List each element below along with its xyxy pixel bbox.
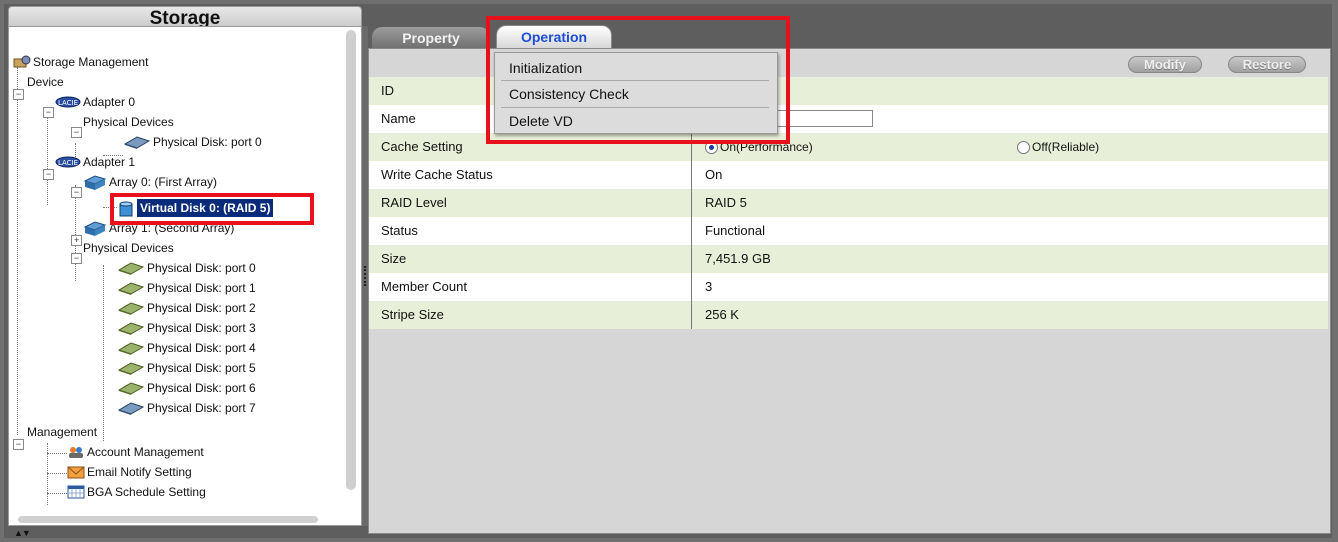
adapter-icon: LACIE xyxy=(55,96,81,108)
storage-management-icon xyxy=(13,55,31,68)
physical-disk-icon xyxy=(123,136,151,149)
column-divider xyxy=(691,189,692,217)
row-label: Name xyxy=(381,111,416,126)
storage-tree: Storage Management − Device − LACIE Adapt… xyxy=(9,27,349,507)
row-value: 256 K xyxy=(705,307,739,322)
email-icon xyxy=(67,466,85,479)
physical-disk-icon xyxy=(117,282,145,295)
row-label: RAID Level xyxy=(381,195,447,210)
svg-text:LACIE: LACIE xyxy=(58,99,78,107)
expand-icon[interactable]: + xyxy=(71,235,82,246)
tree-item-array-0[interactable]: Array 0: (First Array) xyxy=(83,173,217,191)
tree-item-bga-schedule[interactable]: BGA Schedule Setting xyxy=(67,483,206,501)
tree-item-adapter-1[interactable]: LACIE Adapter 1 xyxy=(55,153,135,171)
collapse-icon[interactable]: − xyxy=(43,169,54,180)
tree-line xyxy=(103,265,104,441)
tree-horizontal-scrollbar[interactable] xyxy=(18,516,318,523)
physical-disk-icon xyxy=(117,302,145,315)
column-divider xyxy=(691,301,692,329)
physical-disk-icon xyxy=(117,402,145,415)
tree-vertical-scrollbar[interactable] xyxy=(346,30,356,490)
highlight-box-virtual-disk xyxy=(110,193,314,225)
tree-line xyxy=(47,493,67,494)
physical-disk-icon xyxy=(117,322,145,335)
row-value: RAID 5 xyxy=(705,195,747,210)
physical-disk-icon xyxy=(117,262,145,275)
cache-off-option[interactable]: Off(Reliable) xyxy=(1017,133,1099,161)
tab-property[interactable]: Property xyxy=(372,27,490,49)
tree-item-physical-disk-port-0[interactable]: Physical Disk: port 0 xyxy=(117,259,256,277)
array-icon xyxy=(83,221,107,236)
svg-text:LACIE: LACIE xyxy=(58,159,78,167)
tree-item-physical-disk-port-2[interactable]: Physical Disk: port 2 xyxy=(117,299,256,317)
tree-item-device[interactable]: Device xyxy=(27,73,64,91)
modify-button[interactable]: Modify xyxy=(1128,56,1202,73)
radio-unselected-icon[interactable] xyxy=(1017,141,1030,155)
row-label: Status xyxy=(381,223,418,238)
table-row-member-count: Member Count 3 xyxy=(369,273,1328,301)
tree-item-physical-devices[interactable]: Physical Devices xyxy=(83,239,174,257)
tree-line xyxy=(47,453,67,454)
physical-disk-icon xyxy=(117,342,145,355)
tree-item-account-management[interactable]: Account Management xyxy=(67,443,204,461)
column-divider xyxy=(691,273,692,301)
collapse-icon[interactable]: − xyxy=(13,89,24,100)
array-icon xyxy=(83,175,107,190)
table-row-raid-level: RAID Level RAID 5 xyxy=(369,189,1328,217)
calendar-icon xyxy=(67,485,85,499)
tree-item-physical-disk-port-4[interactable]: Physical Disk: port 4 xyxy=(117,339,256,357)
tree-item-physical-disk-port-1[interactable]: Physical Disk: port 1 xyxy=(117,279,256,297)
tree-item-management[interactable]: Management xyxy=(27,423,97,441)
collapse-icon[interactable]: − xyxy=(71,187,82,198)
tree-item-adapter-0[interactable]: LACIE Adapter 0 xyxy=(55,93,135,111)
table-row-write-cache: Write Cache Status On xyxy=(369,161,1328,189)
physical-disk-icon xyxy=(117,382,145,395)
table-row-stripe-size: Stripe Size 256 K xyxy=(369,301,1328,329)
row-label: ID xyxy=(381,83,394,98)
highlight-box-operation-menu xyxy=(486,16,790,144)
tree-item-physical-disk-port-3[interactable]: Physical Disk: port 3 xyxy=(117,319,256,337)
collapse-icon[interactable]: − xyxy=(43,107,54,118)
tree-line xyxy=(17,67,18,435)
table-row-size: Size 7,451.9 GB xyxy=(369,245,1328,273)
row-label: Cache Setting xyxy=(381,139,463,154)
column-divider xyxy=(691,161,692,189)
row-value: Functional xyxy=(705,223,765,238)
row-value: 7,451.9 GB xyxy=(705,251,771,266)
tree-item-storage-management[interactable]: Storage Management xyxy=(13,53,148,71)
collapse-icon[interactable]: − xyxy=(71,253,82,264)
row-label: Stripe Size xyxy=(381,307,444,322)
row-label: Member Count xyxy=(381,279,467,294)
collapse-icon[interactable]: − xyxy=(13,439,24,450)
tree-item-physical-disk-port-6[interactable]: Physical Disk: port 6 xyxy=(117,379,256,397)
physical-disk-icon xyxy=(117,362,145,375)
row-label: Write Cache Status xyxy=(381,167,493,182)
account-icon xyxy=(69,447,83,458)
tree-line xyxy=(47,111,48,205)
tree-item-email-notify[interactable]: Email Notify Setting xyxy=(67,463,192,481)
row-label: Size xyxy=(381,251,407,266)
restore-button[interactable]: Restore xyxy=(1228,56,1306,73)
column-divider xyxy=(691,245,692,273)
collapse-icon[interactable]: − xyxy=(71,127,82,138)
collapse-panel-arrows-icon[interactable]: ▲▼ xyxy=(14,528,31,538)
storage-tree-panel: Storage Management − Device − LACIE Adapt… xyxy=(8,26,362,526)
tree-line xyxy=(75,185,76,281)
table-row-status: Status Functional xyxy=(369,217,1328,245)
row-value: 3 xyxy=(705,279,713,294)
column-divider xyxy=(691,217,692,245)
tree-item-physical-disk-port-5[interactable]: Physical Disk: port 5 xyxy=(117,359,256,377)
tree-item-physical-devices[interactable]: Physical Devices xyxy=(83,113,174,131)
tree-item-physical-disk[interactable]: Physical Disk: port 0 xyxy=(123,133,262,151)
adapter-icon: LACIE xyxy=(55,156,81,168)
tree-item-physical-disk-port-7[interactable]: Physical Disk: port 7 xyxy=(117,399,256,417)
row-value: On xyxy=(705,167,723,182)
tree-line xyxy=(47,473,67,474)
